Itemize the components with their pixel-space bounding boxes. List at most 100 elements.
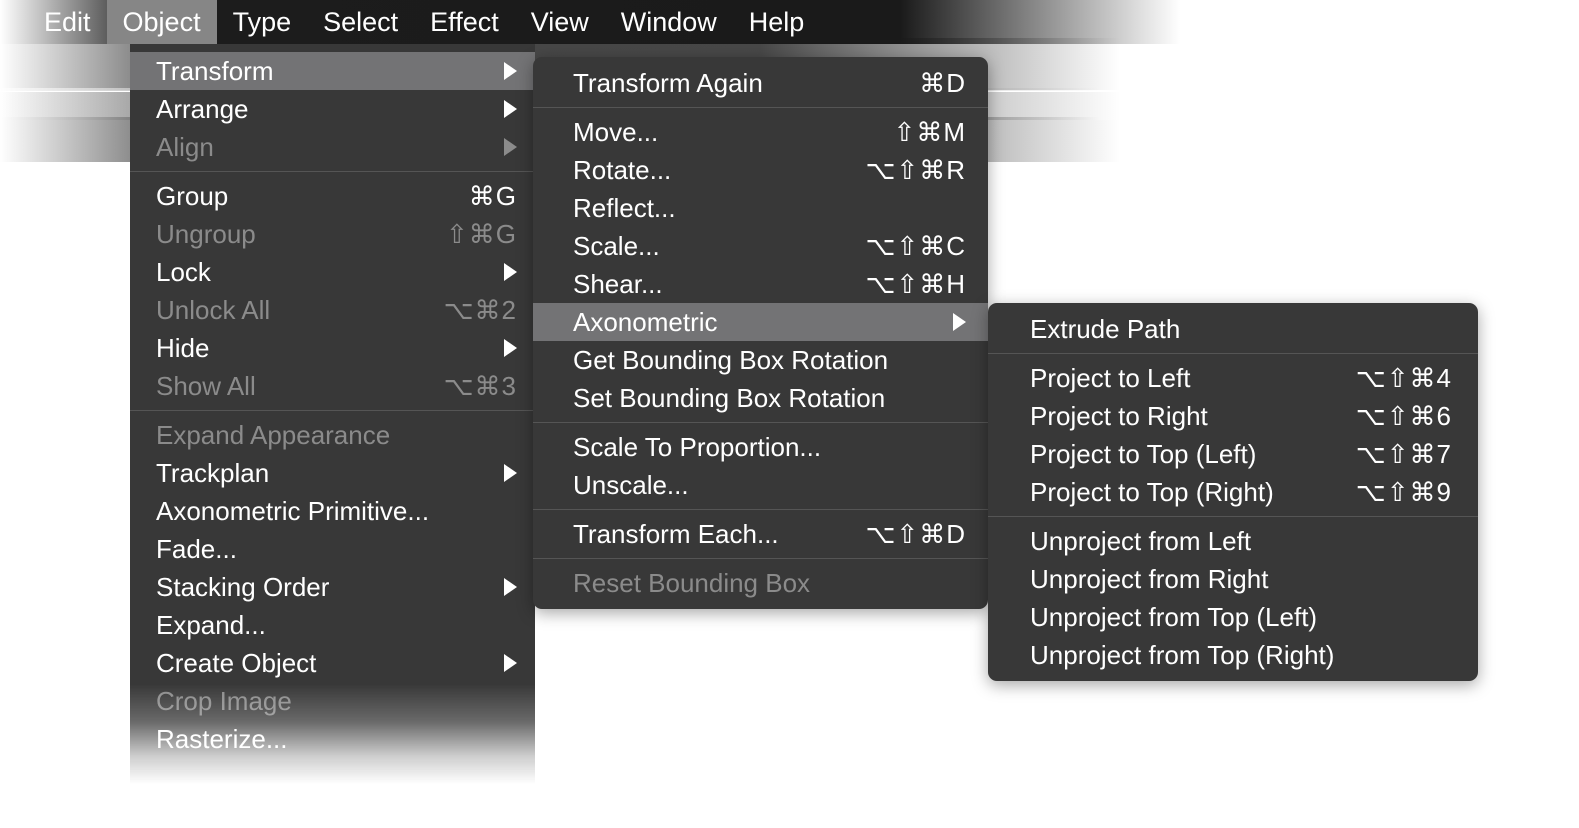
menubar-item-edit[interactable]: Edit	[28, 0, 107, 44]
menu-item-hide[interactable]: Hide	[130, 329, 535, 367]
menu-item-expand-appearance: Expand Appearance	[130, 416, 535, 454]
menu-item-shortcut: ⌘D	[919, 67, 966, 98]
menu-item-move[interactable]: Move... ⇧⌘M	[533, 113, 988, 151]
menu-item-label: Axonometric	[573, 306, 718, 337]
menu-item-shortcut: ⌥⌘2	[443, 294, 517, 325]
menu-item-label: Hide	[156, 332, 210, 363]
menu-item-create-object[interactable]: Create Object	[130, 644, 535, 682]
menu-item-shortcut: ⌥⇧⌘C	[865, 230, 966, 261]
menubar-item-type[interactable]: Type	[217, 0, 308, 44]
submenu-axonometric[interactable]: Extrude Path Project to Left ⌥⇧⌘4 Project t…	[988, 303, 1478, 681]
menubar-item-select[interactable]: Select	[307, 0, 414, 44]
menubar-item-object[interactable]: Object	[106, 0, 217, 44]
chevron-right-icon	[504, 100, 517, 118]
menu-item-axonometric-primitive[interactable]: Axonometric Primitive...	[130, 492, 535, 530]
menu-item-label: Transform Each...	[573, 518, 779, 549]
menu-item-scale-to-proportion[interactable]: Scale To Proportion...	[533, 428, 988, 466]
menu-item-label: Rasterize...	[156, 723, 288, 754]
submenu-transform-items: Transform Again ⌘D Move... ⇧⌘M Rotate... ⌥⇧⌘R…	[533, 64, 988, 602]
menu-item-arrange[interactable]: Arrange	[130, 90, 535, 128]
menu-item-label: Trackplan	[156, 457, 270, 488]
menu-separator	[533, 558, 988, 559]
menu-item-unscale[interactable]: Unscale...	[533, 466, 988, 504]
menu-item-label: Scale...	[573, 230, 660, 261]
menu-item-extrude-path[interactable]: Extrude Path	[988, 310, 1478, 348]
chevron-right-icon	[953, 313, 966, 331]
menu-item-label: Transform Again	[573, 67, 763, 98]
menu-item-set-bounding-box-rotation[interactable]: Set Bounding Box Rotation	[533, 379, 988, 417]
menu-item-project-to-left[interactable]: Project to Left ⌥⇧⌘4	[988, 359, 1478, 397]
menu-item-reset-bounding-box: Reset Bounding Box	[533, 564, 988, 602]
menu-item-label: Arrange	[156, 93, 249, 124]
menu-separator	[533, 422, 988, 423]
menubar-item-window[interactable]: Window	[605, 0, 733, 44]
menu-item-label: Transform	[156, 55, 274, 86]
menu-item-rasterize[interactable]: Rasterize...	[130, 720, 535, 758]
menu-item-rotate[interactable]: Rotate... ⌥⇧⌘R	[533, 151, 988, 189]
menu-item-label: Unlock All	[156, 294, 271, 325]
menubar-item-view[interactable]: View	[515, 0, 605, 44]
menu-item-expand[interactable]: Expand...	[130, 606, 535, 644]
menu-item-axonometric[interactable]: Axonometric	[533, 303, 988, 341]
menu-item-transform-again[interactable]: Transform Again ⌘D	[533, 64, 988, 102]
menu-item-stacking-order[interactable]: Stacking Order	[130, 568, 535, 606]
menu-item-shortcut: ⌘G	[468, 180, 517, 211]
submenu-transform[interactable]: Transform Again ⌘D Move... ⇧⌘M Rotate... ⌥⇧⌘R…	[533, 57, 988, 609]
menu-item-label: Expand...	[156, 609, 266, 640]
menu-item-label: Project to Left	[1030, 362, 1191, 393]
submenu-axonometric-items: Extrude Path Project to Left ⌥⇧⌘4 Project t…	[988, 310, 1478, 674]
menu-item-project-to-top-left[interactable]: Project to Top (Left) ⌥⇧⌘7	[988, 435, 1478, 473]
menu-item-unproject-from-right[interactable]: Unproject from Right	[988, 560, 1478, 598]
menu-item-label: Rotate...	[573, 154, 672, 185]
menu-item-unproject-from-top-right[interactable]: Unproject from Top (Right)	[988, 636, 1478, 674]
menu-item-unproject-from-left[interactable]: Unproject from Left	[988, 522, 1478, 560]
menubar-item-effect[interactable]: Effect	[414, 0, 515, 44]
menu-item-group[interactable]: Group ⌘G	[130, 177, 535, 215]
menu-item-label: Unproject from Top (Left)	[1030, 601, 1318, 632]
menu-item-label: Axonometric Primitive...	[156, 495, 430, 526]
menu-item-label: Unproject from Left	[1030, 525, 1252, 556]
menu-item-get-bounding-box-rotation[interactable]: Get Bounding Box Rotation	[533, 341, 988, 379]
menu-item-label: Unscale...	[573, 469, 689, 500]
menu-object[interactable]: Transform Arrange Align Group ⌘G Ungroup ⇧⌘G Lo…	[130, 44, 535, 828]
menu-item-crop-image: Crop Image	[130, 682, 535, 720]
menu-item-label: Extrude Path	[1030, 313, 1181, 344]
menu-separator	[988, 516, 1478, 517]
menu-item-label: Project to Top (Right)	[1030, 476, 1274, 507]
menubar-item-help[interactable]: Help	[733, 0, 821, 44]
menu-item-reflect[interactable]: Reflect...	[533, 189, 988, 227]
menu-item-unproject-from-top-left[interactable]: Unproject from Top (Left)	[988, 598, 1478, 636]
menu-item-trackplan[interactable]: Trackplan	[130, 454, 535, 492]
menu-item-label: Get Bounding Box Rotation	[573, 344, 889, 375]
menu-item-shortcut: ⌥⌘3	[443, 370, 517, 401]
menu-item-show-all: Show All ⌥⌘3	[130, 367, 535, 405]
menu-item-label: Project to Right	[1030, 400, 1208, 431]
menu-item-label: Reset Bounding Box	[573, 567, 811, 598]
menu-item-transform[interactable]: Transform	[130, 52, 535, 90]
menu-item-shortcut: ⌥⇧⌘7	[1355, 438, 1452, 469]
menu-item-label: Stacking Order	[156, 571, 330, 602]
menu-item-shear[interactable]: Shear... ⌥⇧⌘H	[533, 265, 988, 303]
screen: Edit Object Type Select Effect View Window Help…	[0, 0, 1579, 828]
menu-item-scale[interactable]: Scale... ⌥⇧⌘C	[533, 227, 988, 265]
menu-item-project-to-top-right[interactable]: Project to Top (Right) ⌥⇧⌘9	[988, 473, 1478, 511]
menu-item-label: Fade...	[156, 533, 237, 564]
menu-item-label: Scale To Proportion...	[573, 431, 822, 462]
menu-item-label: Lock	[156, 256, 211, 287]
menu-item-fade[interactable]: Fade...	[130, 530, 535, 568]
menu-item-label: Unproject from Top (Right)	[1030, 639, 1335, 670]
menu-item-shortcut: ⇧⌘G	[445, 218, 517, 249]
menu-item-label: Project to Top (Left)	[1030, 438, 1257, 469]
menu-separator	[533, 107, 988, 108]
menu-item-label: Move...	[573, 116, 659, 147]
menu-item-shortcut: ⌥⇧⌘H	[865, 268, 966, 299]
menu-object-items: Transform Arrange Align Group ⌘G Ungroup ⇧⌘G Lo…	[130, 52, 535, 758]
menu-item-project-to-right[interactable]: Project to Right ⌥⇧⌘6	[988, 397, 1478, 435]
menu-item-unlock-all: Unlock All ⌥⌘2	[130, 291, 535, 329]
menu-item-label: Shear...	[573, 268, 663, 299]
menu-item-label: Show All	[156, 370, 256, 401]
menu-bar: Edit Object Type Select Effect View Window Help	[0, 0, 1579, 44]
menu-item-lock[interactable]: Lock	[130, 253, 535, 291]
menu-item-shortcut: ⌥⇧⌘9	[1355, 476, 1452, 507]
menu-item-transform-each[interactable]: Transform Each... ⌥⇧⌘D	[533, 515, 988, 553]
